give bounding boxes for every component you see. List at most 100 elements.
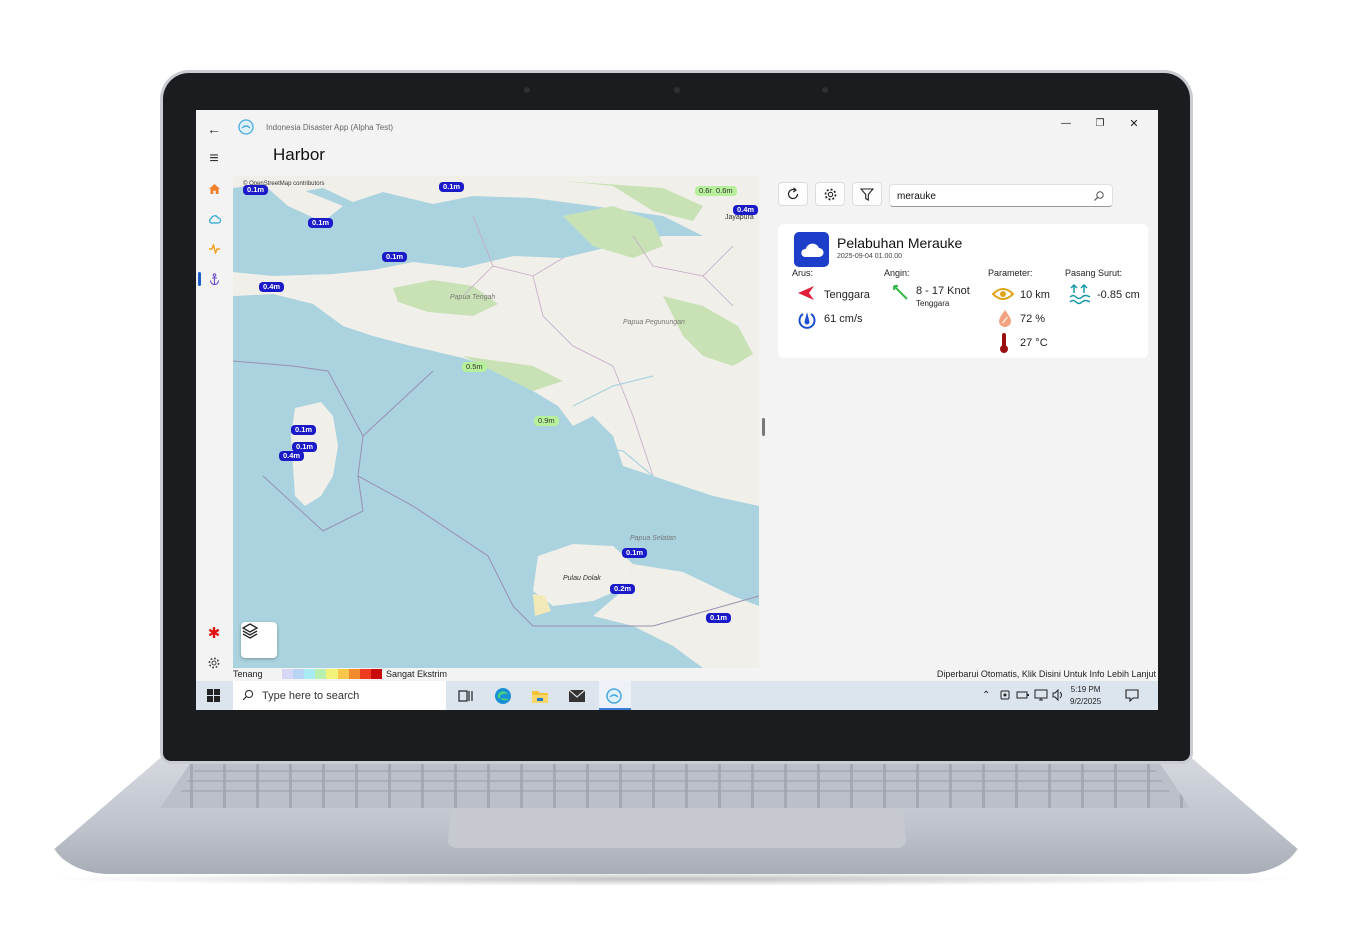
search-input[interactable] (897, 189, 1087, 203)
humidity-drop-icon (999, 310, 1011, 327)
map-place-label: Papua Pegunungan (623, 319, 685, 326)
mail-icon[interactable] (567, 686, 587, 706)
angin-direction: Tenggara (916, 299, 950, 308)
angin-label: Angin: (884, 268, 910, 278)
wave-marker[interactable]: 0.2m (610, 584, 636, 594)
map-place-label: Papua Selatan (630, 535, 676, 542)
update-info-link[interactable]: Diperbarui Otomatis, Klik Disini Untuk I… (937, 669, 1156, 679)
system-clock[interactable]: 5:19 PM 9/2/2025 (1070, 684, 1101, 708)
humidity-value: 72 % (1020, 313, 1046, 325)
map-view[interactable]: © OpenStreetMap contributors Papua Tenga… (233, 176, 759, 668)
arus-direction: Tenggara (824, 289, 870, 301)
task-view-icon[interactable] (456, 686, 476, 706)
legend-color-scale (282, 669, 382, 679)
nav-cloud-icon[interactable] (204, 209, 224, 229)
wave-marker[interactable]: 0.1m (622, 548, 648, 558)
search-icon (242, 689, 254, 701)
search-box[interactable] (889, 184, 1113, 207)
angin-speed: 8 - 17 Knot (916, 285, 970, 297)
refresh-icon (787, 187, 799, 200)
tide-label: Pasang Surut: (1065, 268, 1123, 278)
gear-icon (824, 188, 836, 200)
thermometer-icon (1000, 333, 1008, 353)
legend-max-label: Sangat Ekstrim (386, 669, 448, 679)
back-button[interactable]: ← (204, 119, 224, 139)
taskbar-search-placeholder: Type here to search (262, 690, 360, 702)
keyboard-rows (175, 770, 1175, 800)
disaster-app-icon[interactable] (604, 686, 624, 706)
notification-icon[interactable] (1125, 689, 1139, 702)
pane-splitter[interactable] (762, 418, 765, 436)
legend-color-swatch (359, 669, 371, 679)
battery-icon[interactable] (1016, 689, 1030, 701)
harbor-card[interactable]: Pelabuhan Merauke 2025-09-04 01.00.00 Ar… (778, 224, 1148, 358)
wave-marker[interactable]: 0.4m (279, 451, 305, 461)
wave-marker[interactable]: 0.1m (382, 252, 408, 262)
app-logo-icon (238, 119, 254, 135)
nav-anchor-icon[interactable] (204, 269, 224, 289)
screen: ← ≡ ✱ Indonesia Disaster App (Alpha Test… (196, 110, 1158, 710)
tide-value: -0.85 cm (1097, 289, 1140, 301)
wave-marker[interactable]: 0.1m (243, 185, 269, 195)
taskbar-search[interactable]: Type here to search (233, 681, 446, 710)
title-bar: Indonesia Disaster App (Alpha Test) — ❐ … (233, 110, 1158, 142)
nav-asterisk-icon[interactable]: ✱ (204, 623, 224, 643)
temperature-value: 27 °C (1020, 337, 1048, 349)
nav-home-icon[interactable] (204, 179, 224, 199)
windows-start-icon[interactable] (207, 689, 220, 702)
wave-marker[interactable]: 0.1m (439, 182, 465, 192)
legend-color-swatch (293, 669, 305, 679)
map-tiles (233, 176, 759, 668)
minimize-button[interactable]: — (1056, 115, 1076, 131)
harbor-panel: Pelabuhan Merauke 2025-09-04 01.00.00 Ar… (776, 176, 1156, 666)
network-icon[interactable] (1034, 689, 1048, 701)
clock-date: 9/2/2025 (1070, 697, 1102, 706)
map-place-label: Papua Tengah (450, 294, 496, 301)
maximize-button[interactable]: ❐ (1090, 115, 1110, 131)
wave-marker[interactable]: 0.4m (259, 282, 285, 292)
legend-bar: Tenang Sangat Ekstrim Diperbarui Otomati… (233, 668, 1158, 681)
arus-label: Arus: (792, 268, 814, 278)
touchpad (447, 808, 907, 848)
nav-activity-icon[interactable] (204, 239, 224, 259)
wave-marker[interactable]: 0.1m (308, 218, 334, 228)
close-button[interactable]: ✕ (1124, 115, 1144, 131)
wave-marker[interactable]: 0.6m (712, 186, 737, 196)
nav-rail: ← ≡ ✱ (196, 110, 233, 681)
wave-marker[interactable]: 0.1m (291, 425, 317, 435)
settings-button[interactable] (815, 182, 845, 206)
sensor (524, 87, 530, 93)
menu-button[interactable]: ≡ (204, 149, 224, 169)
tray-meet-icon[interactable] (999, 689, 1011, 701)
legend-color-swatch (370, 669, 382, 679)
map-place-label: Pulau Dolak (563, 575, 601, 582)
legend-min-label: Tenang (233, 669, 263, 679)
laptop-frame: ← ≡ ✱ Indonesia Disaster App (Alpha Test… (0, 0, 1348, 932)
wind-direction-icon (893, 285, 908, 300)
wave-marker[interactable]: 0.5m (462, 362, 487, 372)
search-icon[interactable] (1093, 190, 1105, 202)
visibility-value: 10 km (1020, 289, 1050, 301)
volume-icon[interactable] (1052, 689, 1064, 701)
layers-icon (241, 623, 259, 639)
map-place-label: Jayapura (725, 214, 754, 221)
tray-overflow-icon[interactable]: ⌃ (982, 690, 990, 701)
filter-button[interactable] (852, 182, 882, 206)
legend-color-swatch (304, 669, 316, 679)
legend-color-swatch (282, 669, 294, 679)
layers-button[interactable] (241, 622, 277, 658)
wave-marker[interactable]: 0.4m (733, 205, 759, 215)
edge-browser-icon[interactable] (493, 686, 513, 706)
wave-marker[interactable]: 0.1m (706, 613, 732, 623)
app-title: Indonesia Disaster App (Alpha Test) (266, 123, 394, 132)
parameter-label: Parameter: (988, 268, 1033, 278)
laptop-shadow (40, 872, 1310, 886)
weather-cloud-icon (794, 232, 829, 267)
wave-marker[interactable]: 0.9m (534, 416, 559, 426)
refresh-button[interactable] (778, 182, 808, 206)
legend-color-swatch (326, 669, 338, 679)
file-explorer-icon[interactable] (530, 686, 550, 706)
filter-icon (860, 187, 874, 201)
harbor-date: 2025-09-04 01.00.00 (837, 253, 902, 260)
nav-gear-icon[interactable] (204, 653, 224, 673)
